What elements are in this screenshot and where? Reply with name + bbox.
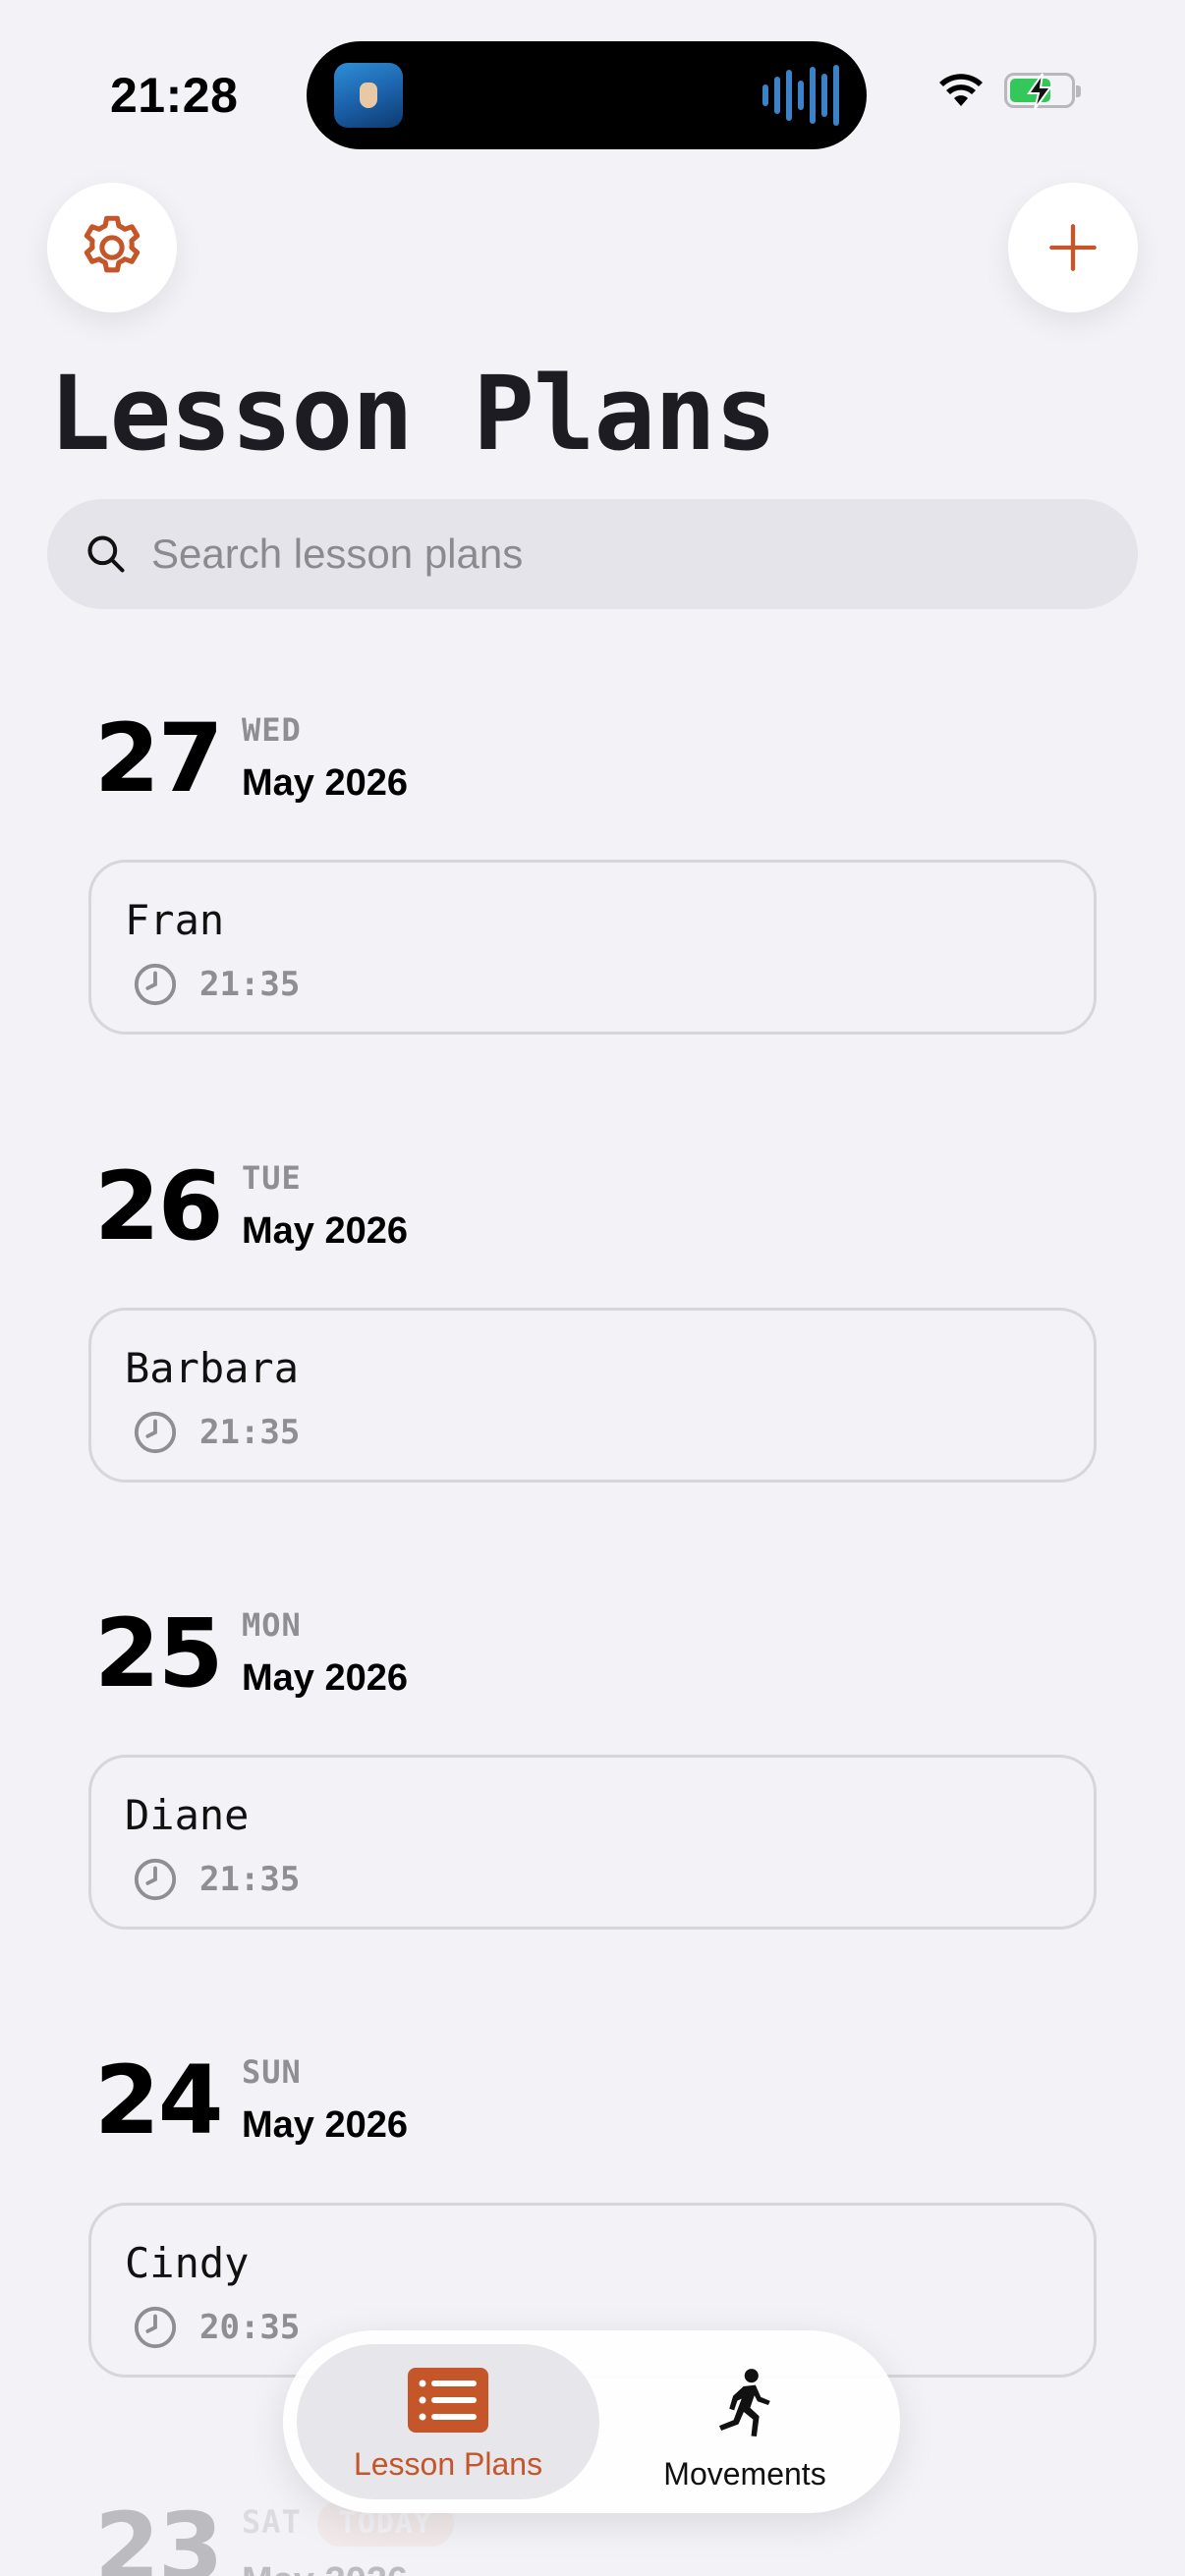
tab-movements[interactable]: Movements <box>603 2344 886 2499</box>
lesson-name: Diane <box>125 1791 250 1839</box>
day-weekday: TUE <box>242 1159 302 1197</box>
day-weekday: WED <box>242 711 302 749</box>
tab-lesson-plans[interactable]: Lesson Plans <box>297 2344 599 2499</box>
day-month: May 2026 <box>242 762 409 804</box>
tab-label: Lesson Plans <box>353 2446 543 2482</box>
clock-icon <box>134 963 177 1006</box>
plus-icon <box>1049 224 1097 271</box>
day-weekday: SUN <box>242 2053 302 2091</box>
lesson-time: 21:35 <box>199 965 301 1004</box>
page-title: Lesson Plans <box>49 354 776 474</box>
day-header: 26 TUE May 2026 <box>94 1159 408 1254</box>
day-month: May 2026 <box>242 2104 409 2146</box>
audio-waveform-icon <box>762 63 839 128</box>
now-playing-artwork-icon <box>334 63 403 128</box>
status-time: 21:28 <box>110 68 239 123</box>
day-month: May 2026 <box>242 1657 409 1699</box>
day-header: 27 WED May 2026 <box>94 711 408 806</box>
status-icons <box>937 73 1081 110</box>
search-icon <box>87 535 125 573</box>
day-number: 27 <box>94 703 224 813</box>
lesson-time: 20:35 <box>199 2308 301 2347</box>
day-number: 24 <box>94 2045 224 2156</box>
lesson-name: Fran <box>125 896 225 944</box>
day-header: 24 SUN May 2026 <box>94 2053 408 2148</box>
lesson-name: Cindy <box>125 2239 250 2287</box>
search-input[interactable] <box>151 531 1036 578</box>
lesson-card[interactable]: Diane 21:35 <box>88 1755 1097 1930</box>
add-lesson-button[interactable] <box>1008 183 1138 312</box>
clock-icon <box>134 1858 177 1901</box>
lesson-time: 21:35 <box>199 1413 301 1452</box>
tab-bar: Lesson Plans Movements <box>283 2330 900 2513</box>
day-month: May 2026 <box>242 2560 454 2576</box>
day-header: 25 MON May 2026 <box>94 1606 408 1701</box>
day-month: May 2026 <box>242 1210 409 1252</box>
day-number: 23 <box>94 2492 224 2576</box>
day-weekday-text: SAT <box>242 2503 302 2541</box>
lesson-card[interactable]: Barbara 21:35 <box>88 1308 1097 1483</box>
dynamic-island[interactable] <box>307 41 867 149</box>
lesson-card[interactable]: Fran 21:35 <box>88 860 1097 1035</box>
list-icon <box>408 2368 488 2433</box>
battery-icon <box>1004 73 1081 110</box>
settings-button[interactable] <box>47 183 177 312</box>
lesson-plans-screen: 21:28 Lesson Plans Search lesson plans 2… <box>0 0 1185 2576</box>
day-number: 25 <box>94 1598 224 1708</box>
lesson-time: 21:35 <box>199 1860 301 1899</box>
wifi-icon <box>939 74 983 106</box>
clock-icon <box>134 2306 177 2349</box>
clock-icon <box>134 1411 177 1454</box>
day-weekday: MON <box>242 1606 302 1644</box>
gear-icon <box>84 215 141 273</box>
lesson-name: Barbara <box>125 1344 300 1392</box>
day-number: 26 <box>94 1151 224 1261</box>
search-bar[interactable] <box>47 499 1138 609</box>
running-person-icon <box>718 2369 770 2437</box>
tab-label: Movements <box>663 2456 826 2492</box>
